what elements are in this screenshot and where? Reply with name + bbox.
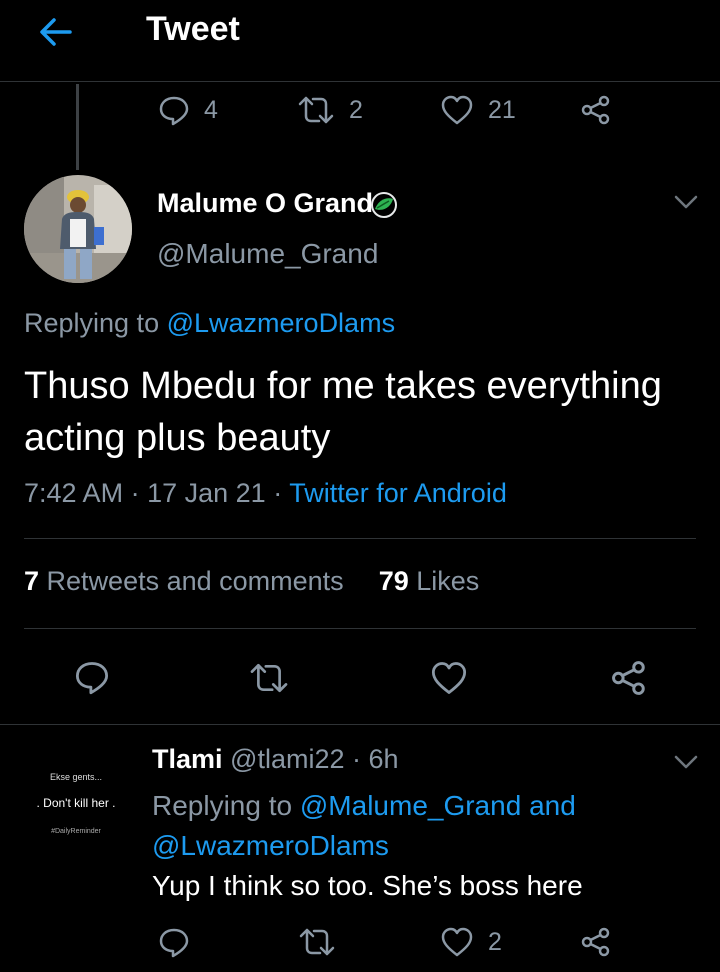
reply-reply-button[interactable]: [158, 926, 190, 958]
back-arrow-icon[interactable]: [36, 12, 76, 52]
tweet-meta: 7:42 AM · 17 Jan 21 · Twitter for Androi…: [24, 478, 507, 509]
share-icon: [580, 926, 612, 958]
reply-text: Yup I think so too. She’s boss here: [152, 870, 583, 901]
reply-author-handle: @tlami22: [230, 744, 345, 774]
tweet-date: 17 Jan 21: [147, 478, 266, 508]
mention-link[interactable]: @Malume_Grand: [300, 790, 521, 821]
author-name[interactable]: Malume O Grand: [157, 188, 397, 219]
heart-icon: [440, 94, 474, 126]
parent-share-button[interactable]: [580, 94, 612, 126]
retweet-icon: [248, 661, 290, 695]
avatar-text-line: #DailyReminder: [51, 828, 101, 835]
mention-link[interactable]: @LwazmeroDlams: [167, 308, 395, 338]
divider: [24, 628, 696, 629]
thread-connector-line: [76, 84, 79, 170]
share-button[interactable]: [610, 659, 648, 697]
reply-icon: [74, 659, 110, 695]
reply-button[interactable]: [74, 659, 110, 695]
avatar[interactable]: [24, 175, 132, 283]
reply-avatar[interactable]: Ekse gents... . Don't kill her . #DailyR…: [24, 748, 128, 852]
share-icon: [610, 659, 648, 697]
reply-like-count: 2: [488, 927, 502, 956]
parent-reply-button[interactable]: 4: [158, 94, 218, 126]
retweet-button[interactable]: [248, 661, 290, 695]
retweets-stat[interactable]: 7 Retweets and comments: [24, 566, 344, 596]
separator: ·: [273, 478, 283, 508]
reply-share-button[interactable]: [580, 926, 612, 958]
parent-like-count: 21: [488, 95, 516, 124]
reply-retweet-button[interactable]: [298, 926, 336, 958]
reply-replying-to-line: Replying to @Malume_Grand and @LwazmeroD…: [152, 790, 576, 861]
like-button[interactable]: [430, 660, 468, 696]
reply-author-line[interactable]: Tlami @tlami22 · 6h: [152, 744, 399, 775]
replying-to-line: Replying to @LwazmeroDlams: [24, 308, 396, 338]
engagement-stats: 7 Retweets and comments 79 Likes: [24, 566, 479, 597]
heart-icon: [440, 926, 474, 958]
share-icon: [580, 94, 612, 126]
tweet-time: 7:42 AM: [24, 478, 124, 508]
parent-retweet-count: 2: [349, 95, 363, 124]
parent-retweet-button[interactable]: 2: [297, 94, 363, 126]
retweet-icon: [297, 94, 335, 126]
page-title: Tweet: [146, 10, 240, 48]
top-bar: Tweet: [0, 0, 720, 82]
chevron-down-icon[interactable]: [672, 752, 700, 772]
chevron-down-icon[interactable]: [672, 192, 700, 212]
separator: ·: [130, 478, 140, 508]
tweet-text: Thuso Mbedu for me takes everything acti…: [24, 365, 662, 459]
reply-author-name: Tlami: [152, 744, 223, 774]
verified-leaf-icon: [369, 190, 399, 220]
retweet-icon: [298, 926, 336, 958]
divider: [0, 724, 720, 725]
reply-icon: [158, 94, 190, 126]
tweet-source-link[interactable]: Twitter for Android: [289, 478, 507, 508]
reply-icon: [158, 926, 190, 958]
parent-like-button[interactable]: 21: [440, 94, 516, 126]
likes-stat[interactable]: 79 Likes: [379, 566, 480, 596]
author-handle[interactable]: @Malume_Grand: [157, 238, 378, 270]
heart-icon: [430, 660, 468, 696]
avatar-text-line: Ekse gents...: [49, 772, 103, 782]
avatar-text-line: . Don't kill her .: [36, 796, 116, 810]
reply-like-button[interactable]: 2: [440, 926, 502, 958]
parent-reply-count: 4: [204, 95, 218, 124]
reply-time: 6h: [368, 744, 399, 774]
divider: [24, 538, 696, 539]
mention-link[interactable]: @LwazmeroDlams: [152, 830, 389, 861]
